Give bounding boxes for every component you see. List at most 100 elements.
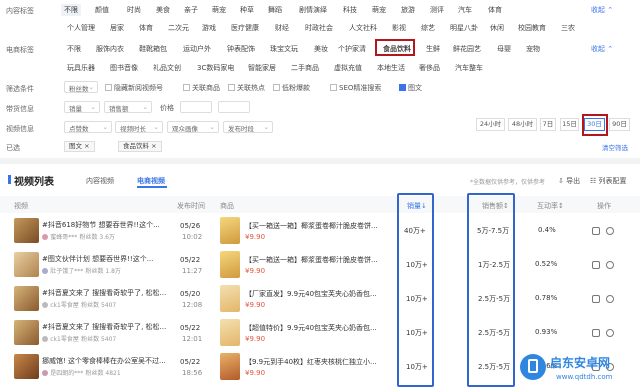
option-linked-hot[interactable]: 关联热点	[228, 83, 265, 93]
commerce-tag[interactable]: 图书音像	[107, 62, 141, 74]
content-tag[interactable]: 游戏	[199, 22, 219, 34]
play-icon[interactable]	[606, 261, 614, 269]
video-title[interactable]: #抖音夏文来了 搜搜看奇软乎了, 松松...	[42, 288, 166, 298]
commerce-tag[interactable]: 鞋靴箱包	[136, 43, 170, 55]
product-image[interactable]	[220, 217, 240, 244]
product-image[interactable]	[220, 319, 240, 346]
content-tag[interactable]: 个人管理	[64, 22, 98, 34]
commerce-tag[interactable]: 不限	[64, 43, 84, 55]
product-title[interactable]: 【超值特价】9.9元40包宝芙夹心奶香包...	[245, 323, 377, 333]
table-row[interactable]: #图文伙伴计划 想要吞世界!!这个... 肚子饿了*** 粉丝数 1.8万 05…	[0, 248, 640, 282]
option-linked-goods[interactable]: 关联商品	[183, 83, 220, 93]
content-tag[interactable]: 美食	[153, 4, 173, 16]
product-title[interactable]: 【9.9元到手40枚】红枣夹核桃仁独立小...	[245, 357, 377, 367]
product-image[interactable]	[220, 353, 240, 380]
video-title[interactable]: 挪威馆! 这个零食棒棒在办公室吴不过...	[42, 356, 166, 366]
sales-volume-select[interactable]: 销量 ⌄	[64, 101, 100, 113]
time-48h-button[interactable]: 48小时	[508, 118, 537, 131]
time-15d-button[interactable]: 15日	[560, 118, 579, 131]
video-title[interactable]: #抖音夏文来了 搜搜看奇软乎了, 松松...	[42, 322, 166, 332]
commerce-tag[interactable]: 服饰内衣	[93, 43, 127, 55]
detail-icon[interactable]	[592, 329, 600, 337]
commerce-tag[interactable]: 玩具乐器	[64, 62, 98, 74]
commerce-tag[interactable]: 珠宝文玩	[267, 43, 301, 55]
content-tag[interactable]: 不限	[61, 4, 81, 16]
content-tag[interactable]: 科技	[340, 4, 360, 16]
content-tag[interactable]: 萌宠	[209, 4, 229, 16]
content-tag[interactable]: 时政社会	[302, 22, 336, 34]
option-low-fans-hit[interactable]: 低粉爆款	[273, 83, 310, 93]
commerce-tag[interactable]: 二手商品	[288, 62, 322, 74]
commerce-tag[interactable]: 虚拟充值	[331, 62, 365, 74]
export-button[interactable]: ⇩ 导出	[558, 176, 580, 186]
content-tag[interactable]: 旅游	[398, 4, 418, 16]
content-tag[interactable]: 影视	[389, 22, 409, 34]
detail-icon[interactable]	[592, 261, 600, 269]
detail-icon[interactable]	[592, 295, 600, 303]
commerce-tag[interactable]: 个护家清	[335, 43, 369, 55]
commerce-collapse-button[interactable]: 收起 ⌃	[588, 43, 616, 55]
sales-amount-select[interactable]: 销售额 ⌄	[104, 101, 152, 113]
play-icon[interactable]	[606, 227, 614, 235]
commerce-tag[interactable]: 智能家居	[245, 62, 279, 74]
content-tag[interactable]: 测评	[427, 4, 447, 16]
content-tag[interactable]: 种草	[237, 4, 257, 16]
content-tag[interactable]: 时尚	[124, 4, 144, 16]
commerce-tag[interactable]: 鲜花园艺	[450, 43, 484, 55]
content-tag[interactable]: 体育	[136, 22, 156, 34]
duration-select[interactable]: 视频时长 ⌄	[115, 121, 163, 133]
col-publish-time[interactable]: 发布时间	[177, 201, 205, 211]
video-thumbnail[interactable]	[14, 320, 39, 345]
option-graphic-checked[interactable]: 图文	[399, 83, 422, 93]
play-icon[interactable]	[606, 295, 614, 303]
commerce-tag[interactable]: 钟表配饰	[224, 43, 258, 55]
content-tag[interactable]: 校园教育	[515, 22, 549, 34]
table-row[interactable]: #抖音夏文来了 搜搜看奇软乎了, 松松... ck1零食屋 粉丝数 5407 0…	[0, 282, 640, 316]
product-image[interactable]	[220, 251, 240, 278]
price-min-input[interactable]	[180, 101, 212, 113]
content-tag[interactable]: 三农	[558, 22, 578, 34]
audience-select[interactable]: 观众画像 ⌄	[167, 121, 219, 133]
detail-icon[interactable]	[592, 227, 600, 235]
fans-select[interactable]: 粉丝数 ⌄	[64, 81, 98, 93]
price-max-input[interactable]	[218, 101, 250, 113]
tab-content-video[interactable]: 内容视频	[86, 176, 114, 186]
commerce-tag[interactable]: 生鲜	[423, 43, 443, 55]
product-image[interactable]	[220, 285, 240, 312]
table-row[interactable]: #抖音618好物节 想要吞世界!!这个... 蜜蜂哥*** 粉丝数 3.6万 0…	[0, 214, 640, 248]
content-collapse-button[interactable]: 收起 ⌃	[588, 4, 616, 16]
commerce-tag[interactable]: 3C数码家电	[194, 62, 237, 74]
content-tag[interactable]: 二次元	[165, 22, 192, 34]
col-interaction-rate[interactable]: 互动率↕	[537, 201, 564, 211]
time-7d-button[interactable]: 7日	[540, 118, 556, 131]
content-tag[interactable]: 颜值	[92, 4, 112, 16]
publish-period-select[interactable]: 发布时段 ⌄	[223, 121, 273, 133]
video-thumbnail[interactable]	[14, 354, 39, 379]
commerce-tag[interactable]: 母婴	[494, 43, 514, 55]
video-thumbnail[interactable]	[14, 286, 39, 311]
commerce-tag[interactable]: 本地生活	[374, 62, 408, 74]
table-row[interactable]: #抖音夏文来了 搜搜看奇软乎了, 松松... ck1零食屋 粉丝数 5407 0…	[0, 316, 640, 350]
content-tag[interactable]: 人文社科	[346, 22, 380, 34]
content-tag[interactable]: 休闲	[487, 22, 507, 34]
content-tag[interactable]: 汽车	[455, 4, 475, 16]
video-title[interactable]: #图文伙伴计划 想要吞世界!!这个...	[42, 254, 153, 264]
selected-tag-graphic[interactable]: 图文 ×	[64, 141, 95, 152]
selected-tag-food[interactable]: 食品饮料 ×	[118, 141, 162, 152]
video-thumbnail[interactable]	[14, 252, 39, 277]
option-seo-search[interactable]: SEO精准搜索	[330, 83, 381, 93]
content-tag[interactable]: 剧情演绎	[296, 4, 330, 16]
list-config-button[interactable]: ☷ 列表配置	[590, 176, 627, 186]
content-tag[interactable]: 财经	[272, 22, 292, 34]
time-24h-button[interactable]: 24小时	[476, 118, 505, 131]
commerce-tag[interactable]: 礼品文创	[150, 62, 184, 74]
commerce-tag[interactable]: 奢侈品	[416, 62, 443, 74]
commerce-tag[interactable]: 运动户外	[180, 43, 214, 55]
video-thumbnail[interactable]	[14, 218, 39, 243]
clear-filters-link[interactable]: 清空筛选	[602, 142, 628, 152]
content-tag[interactable]: 舞蹈	[265, 4, 285, 16]
time-90d-button[interactable]: 90日	[609, 118, 630, 131]
product-title[interactable]: 【买一箱送一箱】椰浆蛋卷椰汁脆皮卷饼...	[245, 221, 378, 231]
content-tag[interactable]: 明星八卦	[447, 22, 481, 34]
content-tag[interactable]: 体育	[485, 4, 505, 16]
